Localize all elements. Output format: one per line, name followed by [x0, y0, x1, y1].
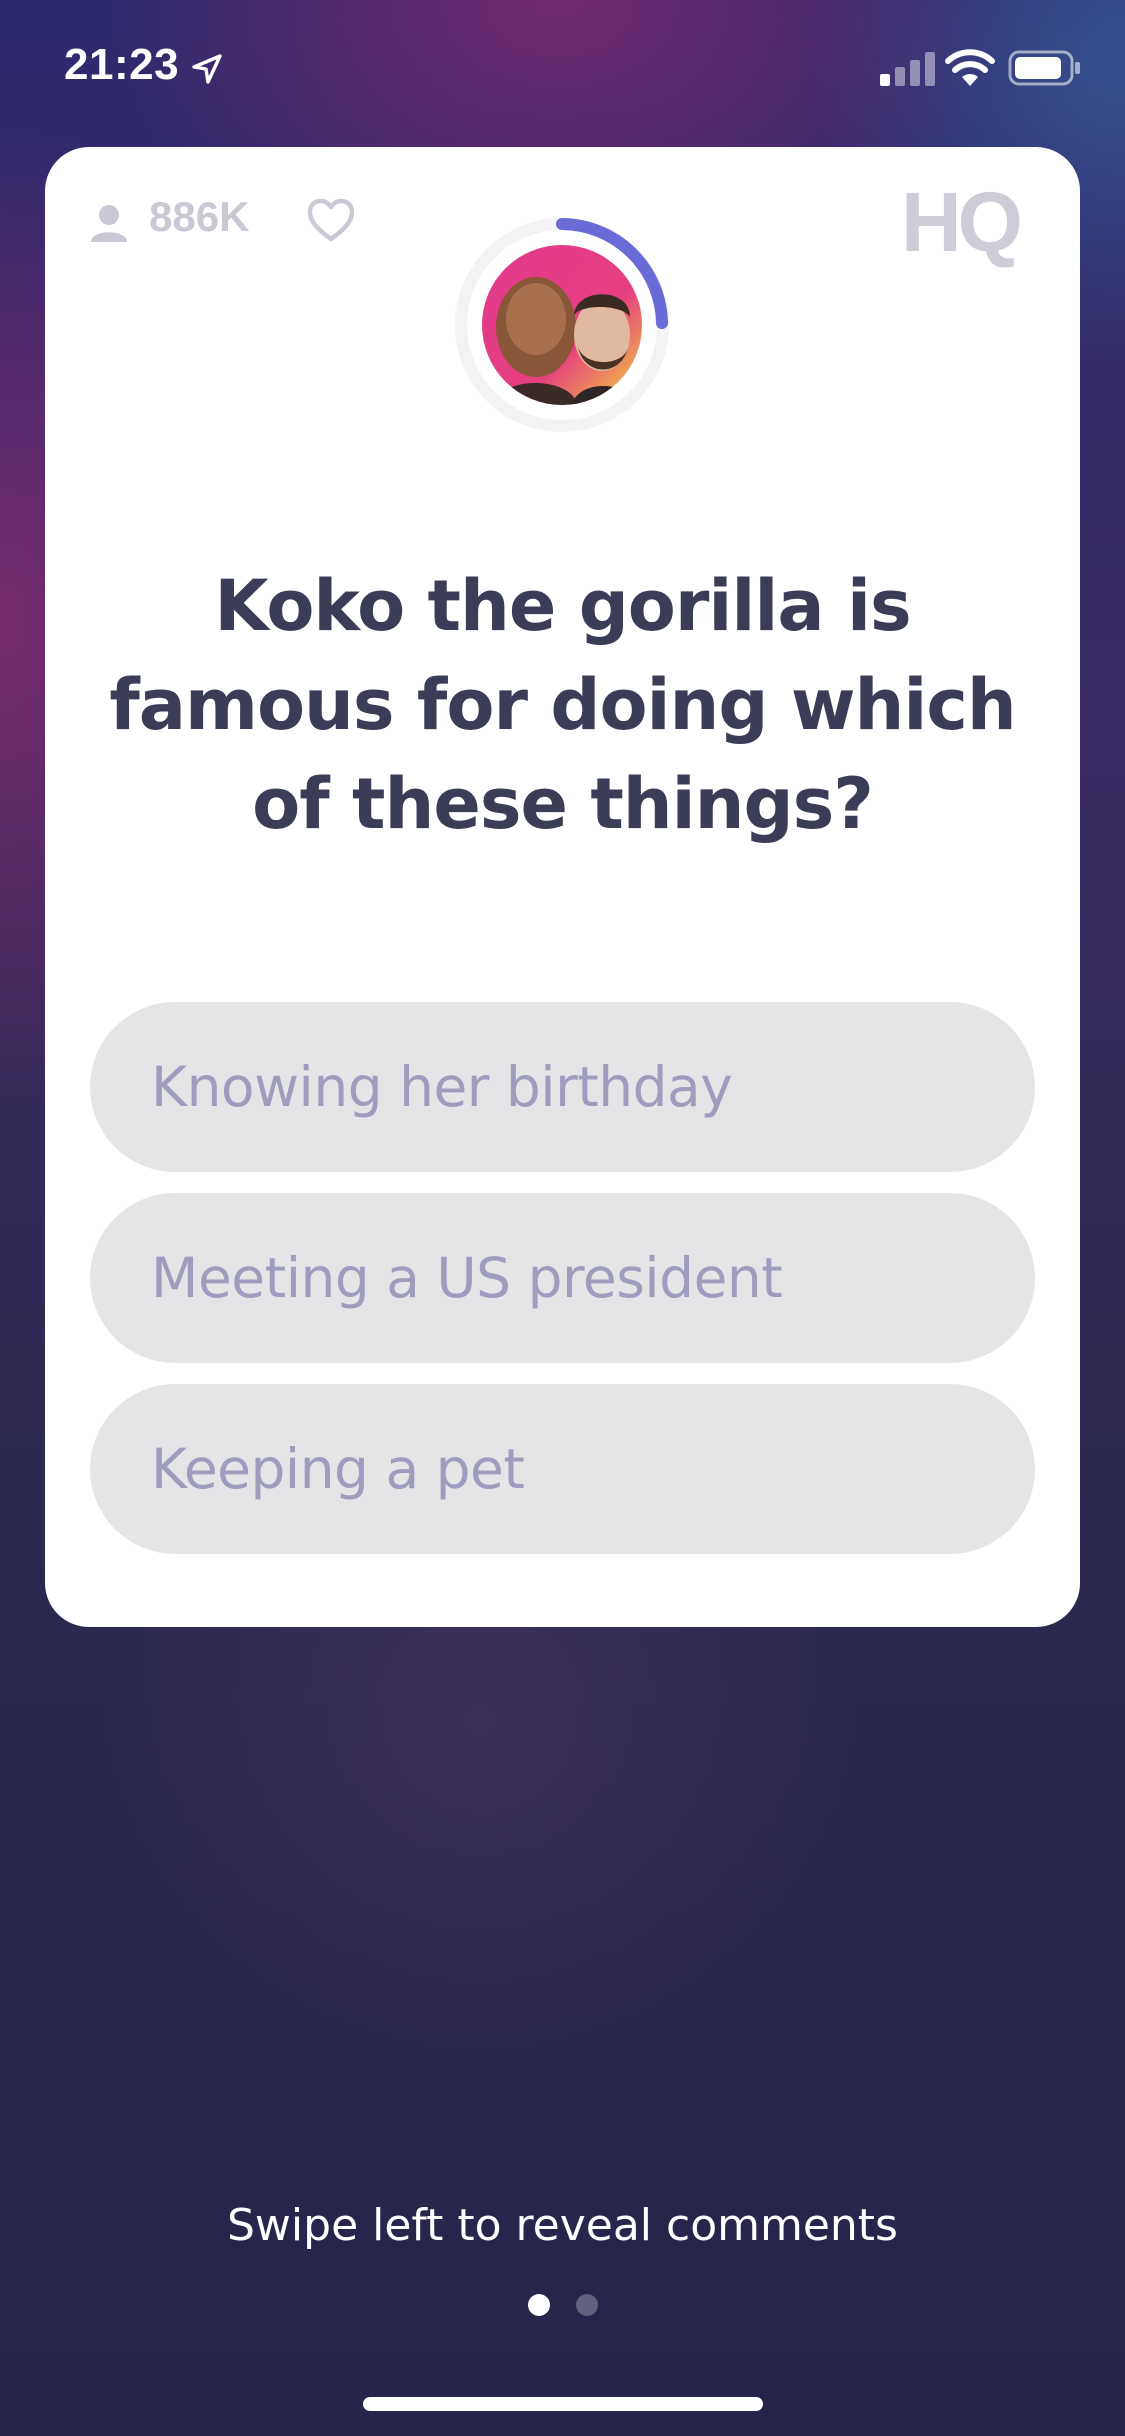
- cellular-signal-icon: [880, 52, 935, 86]
- hq-logo: HQ: [901, 177, 1041, 267]
- location-arrow-icon: [192, 54, 222, 84]
- answer-list: Knowing her birthday Meeting a US presid…: [90, 1002, 1035, 1575]
- question-text: Koko the gorilla is famous for doing whi…: [109, 565, 1016, 845]
- wifi-icon: [945, 49, 995, 86]
- answer-label: Knowing her birthday: [151, 1055, 733, 1119]
- page-dot-active[interactable]: [527, 2294, 550, 2316]
- swipe-hint: Swipe left to reveal comments: [227, 2200, 898, 2251]
- answer-option-3[interactable]: Keeping a pet: [90, 1384, 1035, 1554]
- answer-label: Meeting a US president: [151, 1246, 783, 1310]
- answer-label: Keeping a pet: [151, 1437, 525, 1501]
- host-avatar-timer: [455, 218, 669, 432]
- viewer-count: 886K: [149, 193, 250, 240]
- battery-icon: [1008, 50, 1080, 86]
- page-indicator[interactable]: [0, 2294, 1125, 2316]
- question-card: 886K HQ Koko the gorilla is famous for d…: [45, 147, 1080, 1627]
- answer-option-1[interactable]: Knowing her birthday: [90, 1002, 1035, 1172]
- status-time: 21:23: [64, 40, 180, 89]
- home-indicator[interactable]: [363, 2397, 763, 2411]
- status-bar: 21:23: [0, 0, 1125, 140]
- page-dot-inactive[interactable]: [575, 2294, 598, 2316]
- hq-logo-text: HQ: [901, 175, 1023, 269]
- answer-option-2[interactable]: Meeting a US president: [90, 1193, 1035, 1363]
- viewer-person-icon: [91, 205, 127, 242]
- heart-icon[interactable]: [307, 199, 355, 243]
